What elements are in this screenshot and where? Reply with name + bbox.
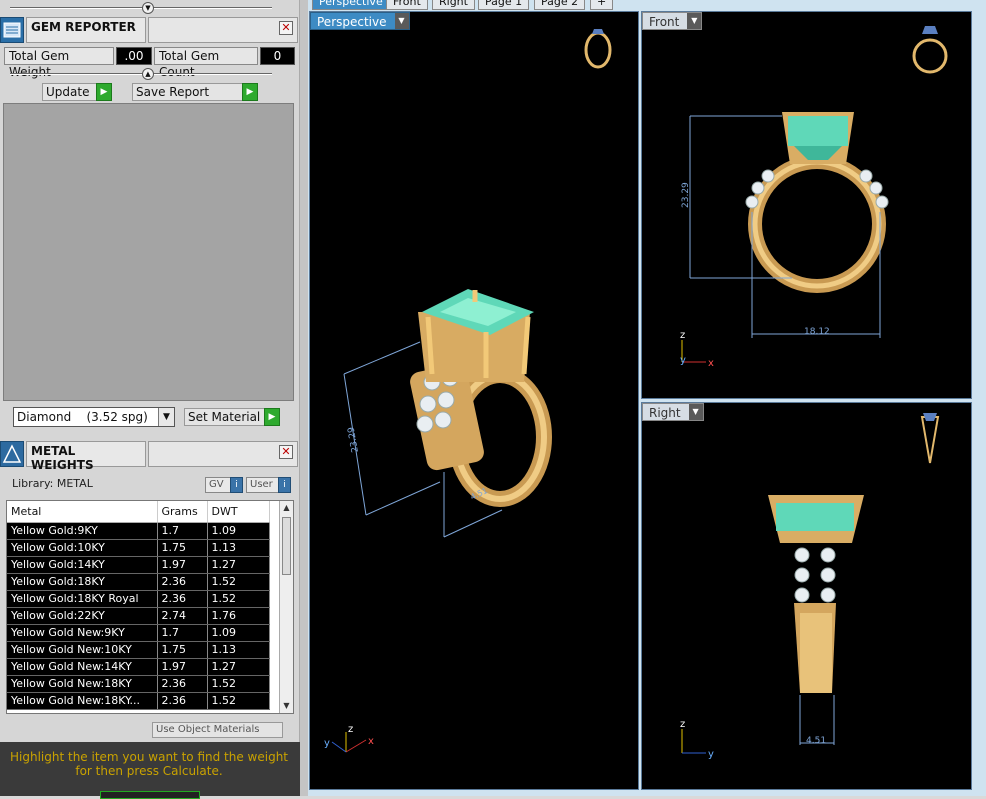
table-row[interactable]: Yellow Gold:18KY 2.36 1.52 xyxy=(7,573,270,591)
svg-text:y: y xyxy=(708,749,714,760)
collapse-grip-mid[interactable]: ▲ xyxy=(10,68,272,80)
expand-knob-icon[interactable]: ▲ xyxy=(142,68,154,80)
total-gem-count-value: 0 xyxy=(260,47,295,65)
update-button[interactable]: Update ▶ xyxy=(42,83,112,101)
collapse-knob-icon[interactable]: ▼ xyxy=(142,2,154,14)
tab-page-2[interactable]: Page 2 xyxy=(534,0,586,10)
tab-add[interactable]: + xyxy=(590,0,614,10)
metal-weights-header: METAL WEIGHTS ✕ xyxy=(0,441,298,472)
material-select[interactable]: Diamond (3.52 spg) ▼ xyxy=(13,407,175,427)
tab-perspective[interactable]: Perspective xyxy=(312,0,390,10)
gem-report-icon xyxy=(0,17,24,43)
close-icon[interactable]: ✕ xyxy=(279,445,293,459)
tab-page-1[interactable]: Page 1 xyxy=(478,0,530,10)
total-gem-count-label: Total Gem Count xyxy=(154,47,258,79)
table-row[interactable]: Yellow Gold New:18KY... 2.36 1.52 xyxy=(7,692,270,710)
gv-button[interactable]: GV i xyxy=(205,477,243,493)
table-row[interactable]: Yellow Gold:14KY 1.97 1.27 xyxy=(7,556,270,574)
close-icon[interactable]: ✕ xyxy=(279,21,293,35)
svg-text:18.12: 18.12 xyxy=(804,327,830,337)
perspective-viewport[interactable]: Perspective ▼ 23.29 4.51 y z x xyxy=(309,11,639,790)
front-viewport[interactable]: Front ▼ 23.29 18.12 z y x xyxy=(641,11,972,399)
library-label: Library: METAL xyxy=(12,477,93,490)
scroll-thumb[interactable] xyxy=(282,517,291,575)
gem-reporter-title: GEM REPORTER xyxy=(26,17,146,43)
svg-text:23.29: 23.29 xyxy=(347,426,361,453)
use-object-materials-toggle[interactable]: Use Object Materials xyxy=(152,722,283,738)
play-icon: ▶ xyxy=(96,83,112,101)
axis-gizmo-icon: z y x xyxy=(680,330,714,369)
collapse-grip-top[interactable]: ▼ xyxy=(10,2,272,14)
svg-text:y: y xyxy=(324,738,330,749)
table-row[interactable]: Yellow Gold:22KY 2.74 1.76 xyxy=(7,607,270,625)
column-header-grams[interactable]: Grams xyxy=(157,501,208,523)
axis-gizmo-icon: z y xyxy=(680,719,714,760)
calculate-button[interactable] xyxy=(100,791,200,799)
gem-report-area[interactable] xyxy=(3,103,294,401)
tab-front[interactable]: Front xyxy=(386,0,428,10)
total-gem-weight-label: Total Gem Weight xyxy=(4,47,114,79)
ring-front-render: 23.29 18.12 z y x xyxy=(680,26,948,369)
table-row[interactable]: Yellow Gold:18KY Royal 2.36 1.52 xyxy=(7,590,270,608)
save-report-button[interactable]: Save Report ▶ xyxy=(132,83,258,101)
ring-side-render: 4.51 z y xyxy=(680,413,940,760)
svg-text:z: z xyxy=(680,330,685,341)
svg-text:x: x xyxy=(708,358,714,369)
scroll-up-icon[interactable]: ▲ xyxy=(280,501,293,515)
play-icon: ▶ xyxy=(242,83,258,101)
table-row[interactable]: Yellow Gold New:14KY 1.97 1.27 xyxy=(7,658,270,676)
column-header-dwt[interactable]: DWT xyxy=(207,501,270,523)
table-row[interactable]: Yellow Gold:10KY 1.75 1.13 xyxy=(7,539,270,557)
chevron-down-icon[interactable]: ▼ xyxy=(158,408,174,426)
left-panel: ▼ GEM REPORTER ✕ Total Gem Weight .00 To… xyxy=(0,0,300,799)
svg-text:z: z xyxy=(348,724,353,735)
svg-text:23.29: 23.29 xyxy=(681,182,691,208)
gem-reporter-header: GEM REPORTER ✕ xyxy=(0,17,298,43)
user-button[interactable]: User i xyxy=(246,477,291,493)
column-header-metal[interactable]: Metal xyxy=(7,501,158,523)
right-viewport[interactable]: Right ▼ 4.51 z y xyxy=(641,402,972,790)
panel-splitter[interactable] xyxy=(300,0,308,796)
hint-text: Highlight the item you want to find the … xyxy=(10,750,289,778)
ring-thumbnail-icon xyxy=(912,26,948,74)
table-scrollbar[interactable]: ▲ ▼ xyxy=(279,501,293,713)
play-icon: ▶ xyxy=(264,408,280,426)
svg-text:z: z xyxy=(680,719,685,730)
svg-text:4.51: 4.51 xyxy=(806,736,826,746)
table-row[interactable]: Yellow Gold New:9KY 1.7 1.09 xyxy=(7,624,270,642)
info-icon: i xyxy=(278,477,291,493)
set-material-button[interactable]: Set Material ▶ xyxy=(184,408,280,426)
table-row[interactable]: Yellow Gold:9KY 1.7 1.09 xyxy=(7,522,270,540)
scale-icon xyxy=(0,441,24,467)
tab-right[interactable]: Right xyxy=(432,0,475,10)
ring-thumbnail-icon xyxy=(584,29,612,69)
metal-weights-title: METAL WEIGHTS xyxy=(26,441,146,472)
table-row[interactable]: Yellow Gold New:18KY 2.36 1.52 xyxy=(7,675,270,693)
table-row[interactable]: Yellow Gold New:10KY 1.75 1.13 xyxy=(7,641,270,659)
svg-text:x: x xyxy=(368,736,374,747)
axis-gizmo-icon: y z x xyxy=(324,724,374,753)
ring-thumbnail-icon xyxy=(920,413,940,464)
total-gem-weight-value: .00 xyxy=(116,47,152,65)
page-tabs: Perspective Front Right Page 1 Page 2 + xyxy=(308,0,986,11)
info-icon: i xyxy=(230,477,243,493)
metal-table[interactable]: Metal Grams DWT Yellow Gold:9KY 1.7 1.09 Y… xyxy=(6,500,294,714)
svg-text:y: y xyxy=(680,355,686,366)
ring-perspective-render: 23.29 4.51 y z x xyxy=(324,29,612,753)
scroll-down-icon[interactable]: ▼ xyxy=(280,699,293,713)
